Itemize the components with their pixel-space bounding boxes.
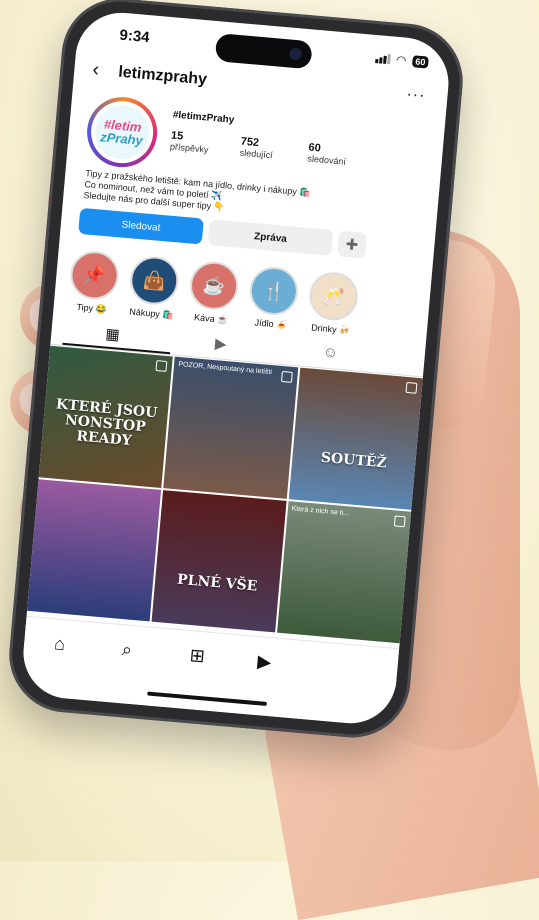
shopping-bag-icon: 👜 <box>128 254 181 307</box>
message-button[interactable]: Zpráva <box>207 219 334 256</box>
more-options-icon[interactable]: ··· <box>406 86 426 106</box>
grid-icon[interactable]: ▦ <box>105 325 121 344</box>
tagged-icon[interactable]: ☺ <box>322 344 339 362</box>
profile-name: #letimzPrahy <box>172 109 235 126</box>
avatar-logo-line2: zPrahy <box>99 129 144 148</box>
home-icon[interactable]: ⌂ <box>53 633 66 655</box>
post-tile[interactable]: Která z nich se ti... <box>276 501 412 644</box>
follow-button[interactable]: Sledovat <box>78 207 204 245</box>
stat-label: sledování <box>307 153 347 167</box>
highlight-label: Jídlo 🍝 <box>254 317 288 331</box>
search-icon[interactable]: ⌕ <box>121 639 133 661</box>
post-caption: PLNÉ VŠE <box>176 571 258 595</box>
add-person-icon[interactable]: ➕ <box>337 230 368 259</box>
highlight-label: Káva ☕ <box>193 312 229 326</box>
signal-icon <box>374 53 391 65</box>
create-icon[interactable]: ⊞ <box>189 645 206 667</box>
post-tile[interactable]: KTERÉ JSOU NONSTOP READY <box>38 345 174 488</box>
highlight-nakupy[interactable]: 👜 Nákupy 🛍️ <box>121 254 186 322</box>
reels-icon[interactable]: ▶ <box>214 334 227 353</box>
avatar-inner-ring: #letim zPrahy <box>88 98 156 166</box>
reel-icon <box>405 381 418 394</box>
avatar[interactable]: #letim zPrahy <box>84 94 161 171</box>
highlight-label: Tipy 😂 <box>76 301 108 315</box>
highlight-jidlo[interactable]: 🍴 Jídlo 🍝 <box>241 264 306 332</box>
highlight-tipy[interactable]: 📌 Tipy 😂 <box>61 249 126 317</box>
wifi-icon: ◠ <box>395 52 408 68</box>
home-indicator <box>147 691 268 706</box>
stat-following[interactable]: 60 sledování <box>307 142 347 167</box>
status-time: 9:34 <box>118 26 151 47</box>
highlight-label: Drinky 🍻 <box>310 322 351 336</box>
phone-screen: 9:34 ◠ 60 ‹ letimzprahy ··· #letim zPrah… <box>19 9 453 727</box>
coffee-icon: ☕ <box>188 259 241 312</box>
stat-label: příspěvky <box>169 141 209 155</box>
post-caption: KTERÉ JSOU NONSTOP READY <box>55 396 158 450</box>
posts-grid: KTERÉ JSOU NONSTOP READY POZOR, Nespouta… <box>27 345 423 644</box>
status-icons: ◠ 60 <box>374 51 429 70</box>
reel-icon <box>280 370 293 383</box>
highlight-drinky[interactable]: 🥂 Drinky 🍻 <box>300 270 365 338</box>
fork-knife-icon: 🍴 <box>247 265 300 318</box>
reel-icon <box>155 360 168 372</box>
post-tile[interactable] <box>27 479 162 622</box>
post-caption: SOUTĚŽ <box>320 449 388 472</box>
highlight-label: Nákupy 🛍️ <box>128 306 174 321</box>
post-tile[interactable]: SOUTĚŽ <box>288 367 423 510</box>
champagne-icon: 🥂 <box>307 270 360 323</box>
reel-icon <box>393 515 406 528</box>
stat-followers[interactable]: 752 sledující <box>239 136 274 161</box>
post-caption <box>30 575 153 586</box>
battery-icon: 60 <box>411 55 429 69</box>
stat-posts[interactable]: 15 příspěvky <box>170 129 210 154</box>
pin-icon: 📌 <box>68 249 121 302</box>
profile-username: letimzprahy <box>117 63 208 89</box>
post-tile[interactable]: PLNÉ VŠE <box>151 490 287 633</box>
stat-label: sledující <box>239 147 274 161</box>
phone: 9:34 ◠ 60 ‹ letimzprahy ··· #letim zPrah… <box>4 0 468 743</box>
chevron-left-icon[interactable]: ‹ <box>91 58 101 81</box>
avatar-logo: #letim zPrahy <box>92 102 152 162</box>
post-tile[interactable]: POZOR, Nespoutaný na letišti <box>163 356 298 499</box>
highlight-kava[interactable]: ☕ Káva ☕ <box>181 259 246 327</box>
reels-icon[interactable]: ▶ <box>257 651 273 673</box>
